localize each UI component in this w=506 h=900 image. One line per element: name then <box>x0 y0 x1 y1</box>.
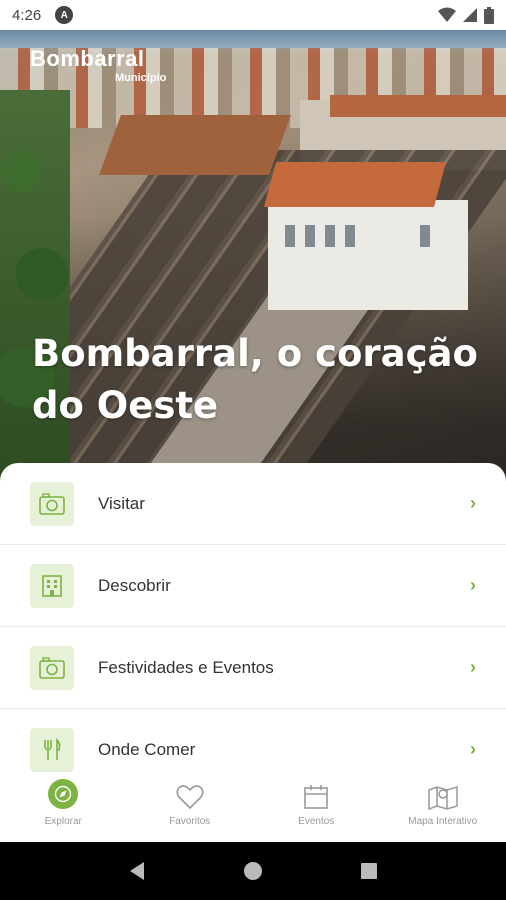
map-icon <box>428 785 458 810</box>
nav-item-mapa[interactable]: Mapa Interativo <box>380 774 506 842</box>
recents-icon[interactable] <box>360 862 378 880</box>
hero-trees <box>0 90 70 500</box>
logo-subtitle: Município <box>115 72 167 84</box>
hero-station <box>268 200 468 310</box>
menu-item-label: Visitar <box>98 493 145 513</box>
menu-item-label: Festividades e Eventos <box>98 657 274 677</box>
chevron-right-icon: › <box>470 657 476 677</box>
system-nav-bar <box>0 842 506 900</box>
status-icons <box>438 6 494 24</box>
hero-shed <box>99 115 291 175</box>
camera-icon <box>30 645 74 690</box>
bottom-nav: Explorar Favoritos Eventos Mapa Interati… <box>0 774 506 842</box>
fork-knife-icon <box>30 727 74 772</box>
menu-item-visitar[interactable]: Visitar › <box>0 463 506 545</box>
home-icon[interactable] <box>243 861 263 881</box>
hero-window <box>305 225 315 247</box>
back-icon[interactable] <box>128 861 146 881</box>
hero-image: Bombarral Município Bombarral, o coração… <box>0 30 506 500</box>
nav-item-favoritos[interactable]: Favoritos <box>127 774 254 842</box>
hero-roof <box>330 95 506 117</box>
status-time: 4:26 <box>12 6 42 24</box>
menu-item-label: Descobrir <box>98 575 171 595</box>
status-bar: 4:26 A <box>0 0 506 30</box>
wifi-icon <box>438 7 456 22</box>
nav-label: Eventos <box>298 816 335 827</box>
menu-item-descobrir[interactable]: Descobrir › <box>0 545 506 627</box>
hero-window <box>285 225 295 247</box>
camera-icon <box>30 481 74 526</box>
chevron-right-icon: › <box>470 739 476 759</box>
cell-signal-icon <box>463 8 477 22</box>
hero-window <box>345 225 355 247</box>
menu-item-label: Onde Comer <box>98 739 196 759</box>
heart-icon <box>176 785 204 810</box>
chevron-right-icon: › <box>470 493 476 513</box>
municipality-logo: Bombarral Município <box>30 46 166 84</box>
battery-icon <box>484 6 494 24</box>
hero-window <box>325 225 335 247</box>
hero-station-roof <box>263 162 447 207</box>
hero-window <box>420 225 430 247</box>
nav-label: Explorar <box>44 816 82 827</box>
nav-label: Mapa Interativo <box>408 816 478 827</box>
a-circle-icon: A <box>55 6 74 24</box>
compass-icon <box>48 779 79 809</box>
building-icon <box>30 563 74 608</box>
logo-name: Bombarral <box>30 46 145 71</box>
nav-label: Favoritos <box>169 816 211 827</box>
chevron-right-icon: › <box>470 575 476 595</box>
hero-title: Bombarral, o coração do Oeste <box>32 332 478 427</box>
menu-item-festividades[interactable]: Festividades e Eventos › <box>0 627 506 709</box>
calendar-icon <box>304 785 329 809</box>
nav-item-eventos[interactable]: Eventos <box>253 774 380 842</box>
nav-item-explorar[interactable]: Explorar <box>0 774 127 842</box>
